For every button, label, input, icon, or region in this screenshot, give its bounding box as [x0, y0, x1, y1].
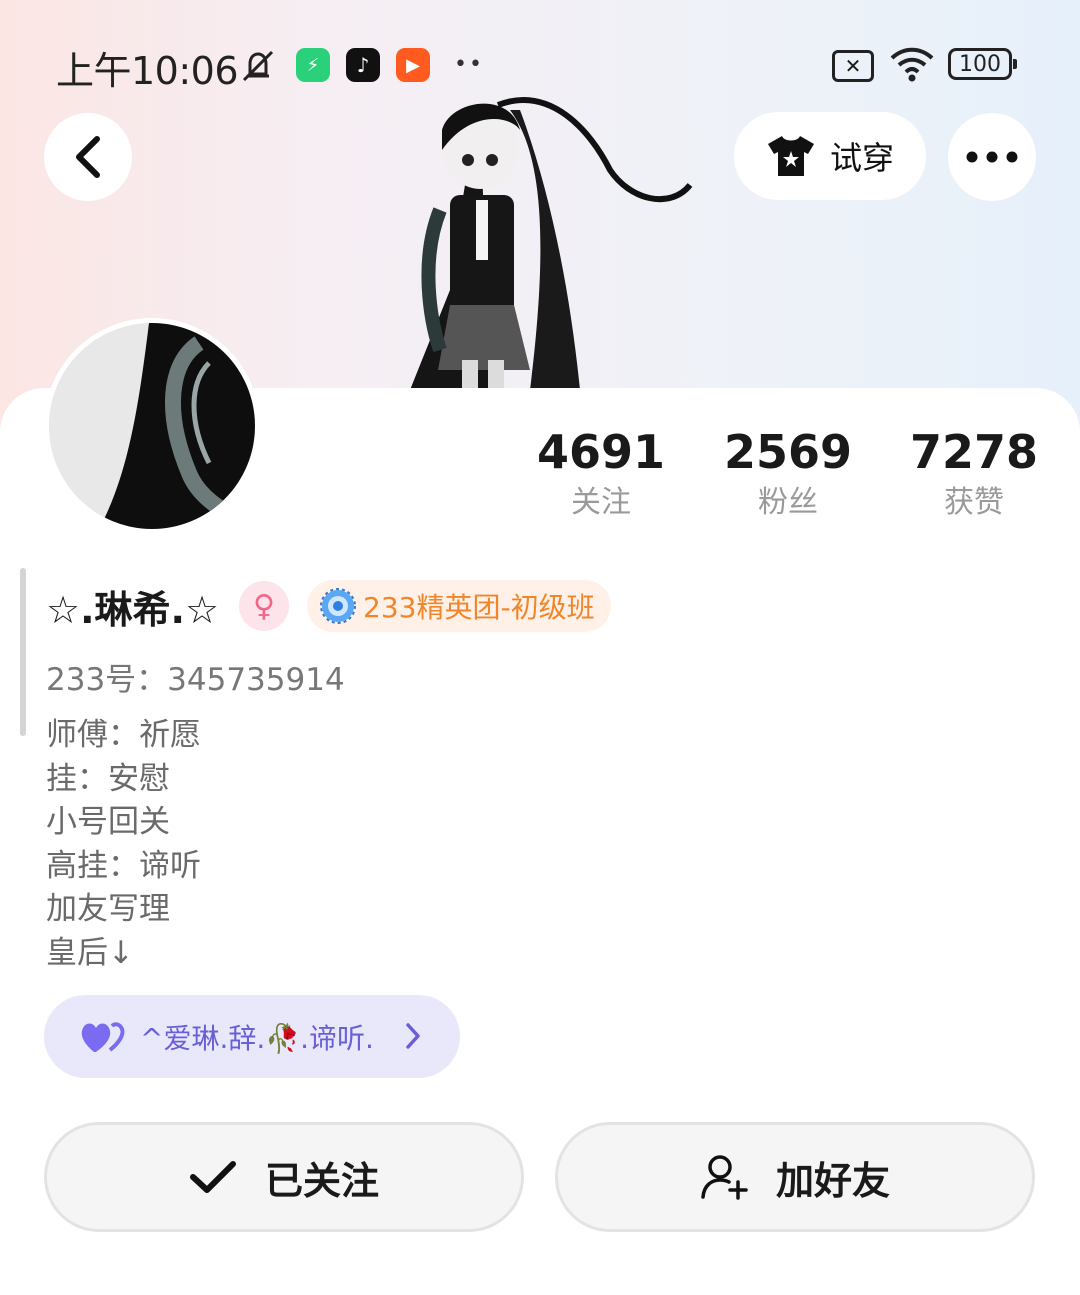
user-id: 233号：345735914 [46, 662, 345, 698]
character-figure [410, 97, 693, 390]
tiktok-app-icon: ♪ [346, 48, 380, 82]
stat-fans[interactable]: 2569 粉丝 [703, 424, 873, 526]
rank-medal-icon [320, 588, 357, 624]
more-button[interactable] [948, 113, 1036, 201]
mute-icon [236, 44, 280, 88]
following-label: 已关注 [264, 1158, 379, 1203]
name-row: ☆.琳希.☆ ♀ 233精英团-初级班 [46, 578, 611, 634]
stat-label: 关注 [571, 485, 631, 520]
stat-value: 7278 [909, 425, 1039, 479]
try-on-button[interactable]: 试穿 [734, 112, 926, 200]
chevron-right-icon [406, 1023, 420, 1049]
bio-line: 皇后↓ [46, 934, 134, 971]
user-name: ☆.琳希.☆ [46, 587, 220, 632]
following-button[interactable]: 已关注 [44, 1122, 524, 1232]
status-bar: 上午10:06 ⚡ ♪ ▶ •• ✕ 100 [0, 40, 1080, 93]
double-heart-icon [81, 1021, 125, 1052]
more-dots-icon: •• [454, 51, 484, 77]
chevron-left-icon [76, 136, 100, 178]
stats-row: 4691 关注 2569 粉丝 7278 获赞 [520, 424, 1060, 534]
add-friend-button[interactable]: 加好友 [555, 1122, 1035, 1232]
status-time: 上午10:06 [56, 49, 239, 93]
bio-line: 高挂：谛听 [46, 847, 201, 884]
wifi-icon [888, 44, 936, 84]
rank-label: 233精英团-初级班 [363, 591, 595, 624]
relation-label: ^爱琳.辞.🥀.谛听. [140, 1021, 374, 1055]
stat-value: 4691 [536, 425, 666, 479]
back-button[interactable] [44, 113, 132, 201]
stat-label: 粉丝 [758, 485, 818, 520]
female-icon: ♀ [239, 581, 290, 631]
stat-following[interactable]: 4691 关注 [516, 424, 686, 526]
relation-chip[interactable]: ^爱琳.辞.🥀.谛听. [44, 995, 460, 1078]
bio: 师傅：祈愿 挂：安慰 小号回关 高挂：谛听 加友写理 皇后↓ [46, 714, 201, 975]
add-user-icon [701, 1155, 748, 1200]
rank-badge[interactable]: 233精英团-初级班 [307, 580, 611, 632]
bio-line: 挂：安慰 [46, 760, 170, 797]
stat-likes[interactable]: 7278 获赞 [889, 424, 1059, 526]
tshirt-icon [767, 136, 814, 176]
no-sim-icon: ✕ [832, 50, 874, 82]
stat-value: 2569 [723, 425, 853, 479]
avatar[interactable] [44, 318, 260, 534]
try-on-label: 试穿 [829, 139, 894, 177]
bio-line: 加友写理 [46, 891, 170, 927]
bio-line: 师傅：祈愿 [46, 717, 201, 753]
ellipsis-icon [966, 151, 1018, 163]
check-icon [189, 1161, 236, 1193]
add-friend-label: 加好友 [775, 1158, 890, 1203]
video-app-icon: ▶ [396, 48, 430, 82]
scroll-indicator [20, 568, 26, 736]
bio-line: 小号回关 [46, 804, 170, 840]
battery-icon: 100 [948, 48, 1017, 80]
shield-app-icon: ⚡ [296, 48, 330, 82]
stat-label: 获赞 [944, 485, 1004, 520]
